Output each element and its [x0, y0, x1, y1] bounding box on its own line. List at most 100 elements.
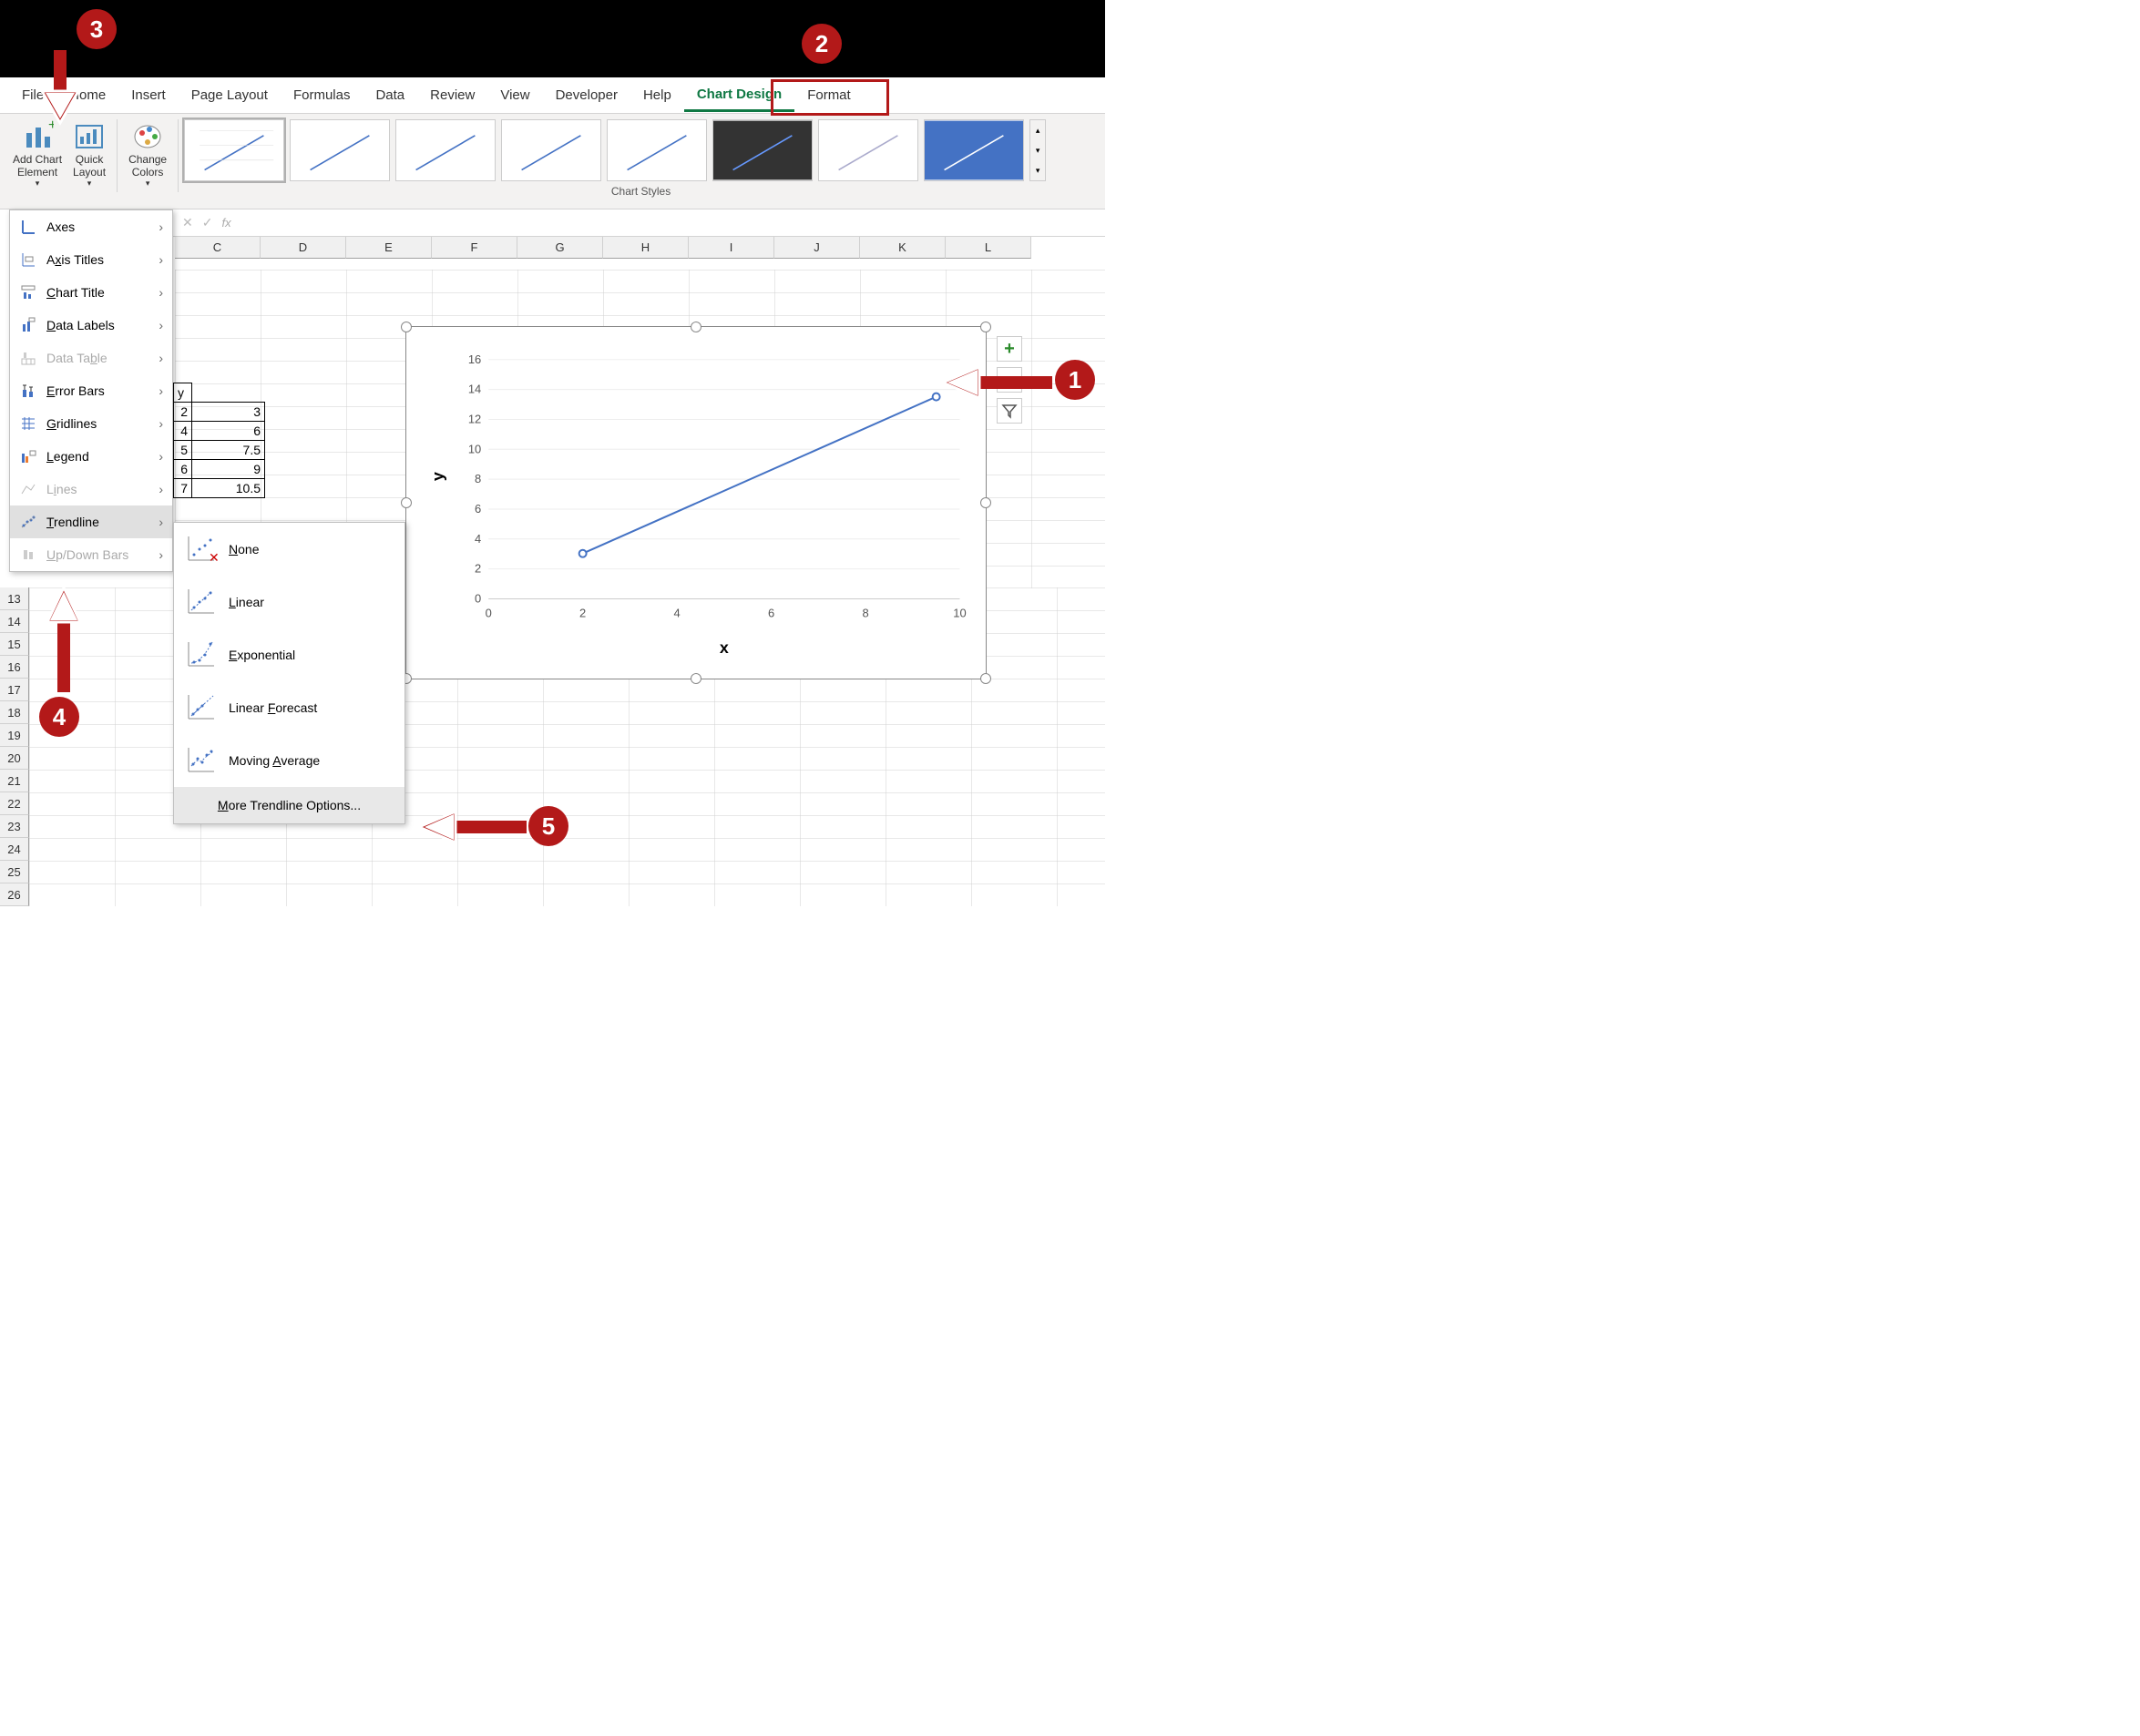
menu-axes[interactable]: Axes›	[10, 210, 172, 243]
row-header[interactable]: 22	[0, 792, 29, 815]
resize-handle[interactable]	[691, 673, 701, 684]
row-header[interactable]: 14	[0, 610, 29, 633]
chart-data-point[interactable]	[579, 550, 587, 557]
tab-insert[interactable]: Insert	[118, 80, 179, 110]
resize-handle[interactable]	[691, 322, 701, 332]
row-header[interactable]: 18	[0, 701, 29, 724]
chart-style-8[interactable]	[924, 119, 1024, 181]
col-header[interactable]: C	[175, 237, 261, 259]
menu-trendline[interactable]: Trendline›	[10, 505, 172, 538]
chart-style-7[interactable]	[818, 119, 918, 181]
menu-lines: Lines›	[10, 473, 172, 505]
cancel-icon[interactable]: ✕	[182, 215, 193, 230]
row-header[interactable]: 24	[0, 838, 29, 861]
submenu-linear-forecast[interactable]: Linear Forecast	[174, 681, 404, 734]
submenu-exponential[interactable]: Exponential	[174, 628, 404, 681]
tab-formulas[interactable]: Formulas	[281, 80, 363, 110]
row-header[interactable]: 20	[0, 747, 29, 770]
menu-error-bars[interactable]: Error Bars›	[10, 374, 172, 407]
tab-view[interactable]: View	[487, 80, 542, 110]
col-header[interactable]: F	[432, 237, 517, 259]
submenu-linear[interactable]: Linear	[174, 576, 404, 628]
resize-handle[interactable]	[401, 497, 412, 508]
col-header[interactable]: G	[517, 237, 603, 259]
annotation-1: 1	[1055, 360, 1095, 400]
cell[interactable]: 5	[174, 441, 192, 460]
resize-handle[interactable]	[980, 322, 991, 332]
chart-series-line[interactable]	[583, 397, 937, 554]
funnel-icon	[1001, 403, 1018, 419]
chart-style-6[interactable]	[712, 119, 813, 181]
cell[interactable]: 6	[192, 422, 265, 441]
spreadsheet-grid: C D E F G H I J K L	[146, 237, 1105, 259]
quick-layout-button[interactable]: Quick Layout ▾	[67, 119, 111, 192]
col-header[interactable]: E	[346, 237, 432, 259]
row-header[interactable]: 13	[0, 587, 29, 610]
svg-text:8: 8	[475, 472, 481, 485]
row-header[interactable]: 23	[0, 815, 29, 838]
cell[interactable]: 7.5	[192, 441, 265, 460]
menu-data-labels[interactable]: Data Labels›	[10, 309, 172, 342]
row-header[interactable]: 25	[0, 861, 29, 883]
resize-handle[interactable]	[401, 322, 412, 332]
cell[interactable]: 4	[174, 422, 192, 441]
row-header[interactable]: 17	[0, 679, 29, 701]
change-colors-button[interactable]: Change Colors ▾	[123, 119, 172, 192]
cell[interactable]: 7	[174, 479, 192, 498]
submenu-none[interactable]: ✕None	[174, 523, 404, 576]
menu-gridlines[interactable]: Gridlines›	[10, 407, 172, 440]
chart-style-1[interactable]	[184, 119, 284, 181]
row-header[interactable]: 15	[0, 633, 29, 656]
chart-style-4[interactable]	[501, 119, 601, 181]
embedded-chart[interactable]: y x 0 2 4 6 8 10 12 14 16 0 2 4	[405, 326, 987, 679]
chart-elements-button[interactable]: +	[997, 336, 1022, 362]
col-header[interactable]: D	[261, 237, 346, 259]
cell[interactable]: 9	[192, 460, 265, 479]
cell[interactable]: 10.5	[192, 479, 265, 498]
chart-filter-button[interactable]	[997, 398, 1022, 424]
tab-data[interactable]: Data	[363, 80, 417, 110]
submenu-more-options[interactable]: More Trendline Options...	[174, 787, 404, 823]
tab-page-layout[interactable]: Page Layout	[179, 80, 281, 110]
legend-icon	[19, 447, 37, 465]
enter-icon[interactable]: ✓	[202, 215, 213, 230]
chart-styles-more[interactable]: ▴ ▾ ▾	[1029, 119, 1046, 181]
row-header[interactable]: 16	[0, 656, 29, 679]
tab-help[interactable]: Help	[630, 80, 684, 110]
tab-review[interactable]: Review	[417, 80, 487, 110]
cell[interactable]: 3	[192, 403, 265, 422]
col-header[interactable]: K	[860, 237, 946, 259]
menu-chart-title[interactable]: Chart Title›	[10, 276, 172, 309]
chart-style-3[interactable]	[395, 119, 496, 181]
fx-icon[interactable]: fx	[221, 216, 230, 230]
error-bars-icon	[19, 382, 37, 400]
chart-style-5[interactable]	[607, 119, 707, 181]
col-header[interactable]: H	[603, 237, 689, 259]
annotation-1-arrow	[929, 364, 1057, 401]
menu-legend[interactable]: Legend›	[10, 440, 172, 473]
x-ticks: 0 2 4 6 8 10	[486, 606, 967, 619]
cell[interactable]: 2	[174, 403, 192, 422]
svg-text:14: 14	[468, 383, 481, 396]
col-header[interactable]: J	[774, 237, 860, 259]
chart-style-2[interactable]	[290, 119, 390, 181]
submenu-exponential-label: Exponential	[229, 648, 295, 662]
chevron-up-icon: ▴	[1036, 126, 1040, 136]
resize-handle[interactable]	[980, 497, 991, 508]
table-header-y: y	[174, 383, 192, 403]
submenu-moving-average[interactable]: Moving Average	[174, 734, 404, 787]
svg-text:4: 4	[674, 606, 681, 619]
row-header[interactable]: 19	[0, 724, 29, 747]
svg-text:10: 10	[468, 442, 481, 455]
add-chart-element-button[interactable]: + Add Chart Element ▾	[7, 119, 67, 192]
row-header[interactable]: 21	[0, 770, 29, 792]
chevron-right-icon: ›	[159, 285, 163, 300]
quick-layout-label: Quick Layout	[73, 153, 106, 179]
col-header[interactable]: L	[946, 237, 1031, 259]
tab-developer[interactable]: Developer	[543, 80, 630, 110]
menu-axis-titles[interactable]: Axis Titles›	[10, 243, 172, 276]
row-header[interactable]: 26	[0, 883, 29, 906]
cell[interactable]: 6	[174, 460, 192, 479]
col-header[interactable]: I	[689, 237, 774, 259]
resize-handle[interactable]	[980, 673, 991, 684]
